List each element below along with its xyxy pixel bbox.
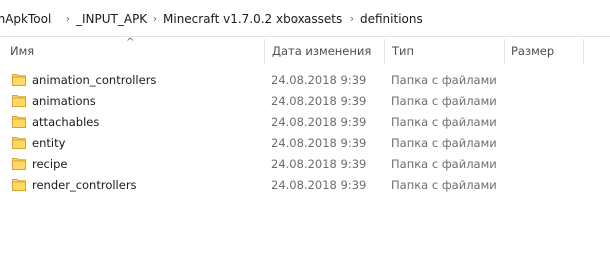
column-header-row: ^ Имя Дата изменения Тип Размер — [0, 37, 610, 66]
chevron-right-icon[interactable]: › — [63, 12, 73, 26]
breadcrumb-item-assets[interactable]: assets — [304, 12, 342, 26]
column-header-date[interactable]: Дата изменения — [266, 37, 384, 66]
column-divider[interactable] — [583, 39, 584, 64]
chevron-right-icon[interactable]: › — [347, 12, 357, 26]
file-name: animations — [32, 94, 96, 108]
chevron-right-icon[interactable]: › — [291, 12, 301, 26]
list-item[interactable]: render_controllers 24.08.2018 9:39 Папка… — [0, 175, 610, 196]
folder-icon — [12, 137, 26, 149]
breadcrumb-item-definitions[interactable]: definitions — [360, 12, 423, 26]
file-date: 24.08.2018 9:39 — [271, 178, 367, 192]
file-date: 24.08.2018 9:39 — [271, 157, 367, 171]
folder-icon — [12, 179, 26, 191]
chevron-right-icon[interactable]: › — [150, 12, 160, 26]
list-item[interactable]: animations 24.08.2018 9:39 Папка с файла… — [0, 91, 610, 112]
list-item[interactable]: animation_controllers 24.08.2018 9:39 Па… — [0, 70, 610, 91]
address-bar[interactable]: chApkTool › _INPUT_APK › Minecraft v1.7.… — [0, 0, 610, 37]
file-name: animation_controllers — [32, 73, 157, 87]
column-divider[interactable] — [384, 39, 385, 64]
folder-icon — [12, 74, 26, 86]
file-date: 24.08.2018 9:39 — [271, 73, 367, 87]
file-name: recipe — [32, 157, 68, 171]
column-header-size[interactable]: Размер — [505, 37, 583, 66]
file-name: attachables — [32, 115, 100, 129]
column-header-name[interactable]: Имя — [4, 37, 264, 66]
file-type: Папка с файлами — [391, 73, 497, 87]
breadcrumb-item-minecraft[interactable]: Minecraft v1.7.0.2 xbox — [163, 12, 305, 26]
file-date: 24.08.2018 9:39 — [271, 94, 367, 108]
breadcrumb-item-input-apk[interactable]: _INPUT_APK — [76, 12, 147, 26]
column-header-type[interactable]: Тип — [386, 37, 504, 66]
file-date: 24.08.2018 9:39 — [271, 115, 367, 129]
folder-icon — [12, 158, 26, 170]
list-item[interactable]: attachables 24.08.2018 9:39 Папка с файл… — [0, 112, 610, 133]
file-date: 24.08.2018 9:39 — [271, 136, 367, 150]
file-type: Папка с файлами — [391, 136, 497, 150]
column-divider[interactable] — [264, 39, 265, 64]
list-item[interactable]: recipe 24.08.2018 9:39 Папка с файлами — [0, 154, 610, 175]
file-type: Папка с файлами — [391, 178, 497, 192]
list-item[interactable]: entity 24.08.2018 9:39 Папка с файлами — [0, 133, 610, 154]
breadcrumb-item-apktool[interactable]: chApkTool — [0, 12, 51, 26]
file-name: entity — [32, 136, 66, 150]
file-type: Папка с файлами — [391, 115, 497, 129]
file-name: render_controllers — [32, 178, 137, 192]
file-type: Папка с файлами — [391, 94, 497, 108]
file-type: Папка с файлами — [391, 157, 497, 171]
folder-icon — [12, 95, 26, 107]
folder-icon — [12, 116, 26, 128]
